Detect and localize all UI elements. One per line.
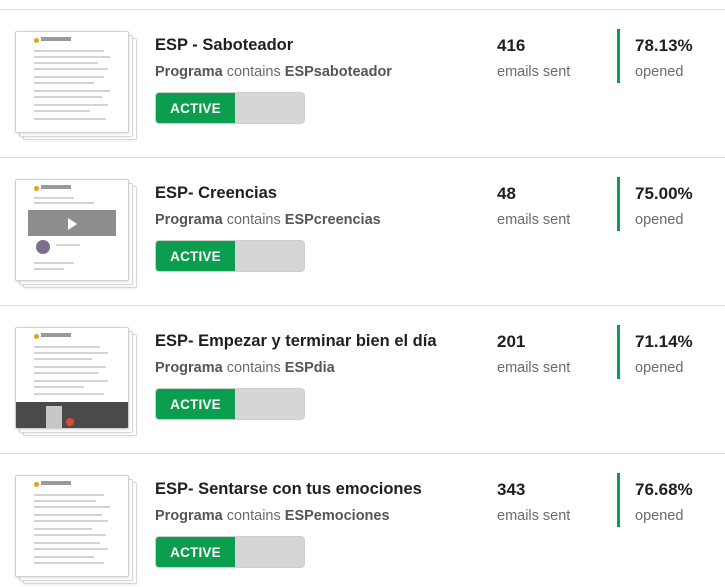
campaign-list: ESP - Saboteador Programa contains ESPsa… bbox=[0, 0, 725, 587]
open-rate-divider bbox=[617, 177, 620, 231]
open-rate-value: 78.13% bbox=[635, 36, 693, 55]
emails-sent-count: 416 bbox=[497, 36, 526, 55]
open-rate-divider bbox=[617, 29, 620, 83]
campaign-rule: Programa contains ESPcreencias bbox=[155, 212, 381, 228]
emails-sent-count: 48 bbox=[497, 184, 516, 203]
rule-field: Programa bbox=[155, 64, 223, 80]
campaign-row[interactable]: ESP- Empezar y terminar bien el día Prog… bbox=[0, 305, 725, 453]
status-toggle[interactable]: ACTIVE bbox=[155, 536, 305, 568]
brand-logo-icon bbox=[34, 186, 39, 191]
rule-operator: contains bbox=[226, 212, 281, 228]
rule-operator: contains bbox=[226, 64, 281, 80]
open-rate-value: 71.14% bbox=[635, 332, 693, 351]
open-rate-value: 75.00% bbox=[635, 184, 693, 203]
rule-value: ESPdia bbox=[284, 360, 335, 376]
rule-field: Programa bbox=[155, 360, 223, 376]
email-preview-thumbnail[interactable] bbox=[15, 475, 137, 584]
open-rate-label: opened bbox=[635, 64, 684, 80]
rule-field: Programa bbox=[155, 212, 223, 228]
email-preview-thumbnail[interactable] bbox=[15, 327, 137, 436]
emails-sent-label: emails sent bbox=[497, 508, 571, 524]
campaign-rule: Programa contains ESPdia bbox=[155, 360, 335, 376]
status-active-label: ACTIVE bbox=[156, 389, 235, 419]
brand-logo-icon bbox=[34, 334, 39, 339]
rule-operator: contains bbox=[226, 360, 281, 376]
campaign-row[interactable]: ESP- Sentarse con tus emociones Programa… bbox=[0, 453, 725, 587]
rule-operator: contains bbox=[226, 508, 281, 524]
play-icon bbox=[68, 218, 77, 230]
open-rate-label: opened bbox=[635, 360, 684, 376]
campaign-title[interactable]: ESP - Saboteador bbox=[155, 36, 293, 55]
emails-sent-label: emails sent bbox=[497, 360, 571, 376]
open-rate-label: opened bbox=[635, 212, 684, 228]
status-active-label: ACTIVE bbox=[156, 93, 235, 123]
rule-value: ESPcreencias bbox=[284, 212, 381, 228]
status-toggle[interactable]: ACTIVE bbox=[155, 92, 305, 124]
status-toggle[interactable]: ACTIVE bbox=[155, 388, 305, 420]
open-rate-label: opened bbox=[635, 508, 684, 524]
rule-value: ESPemociones bbox=[284, 508, 390, 524]
campaign-title[interactable]: ESP- Sentarse con tus emociones bbox=[155, 480, 422, 499]
brand-logo-icon bbox=[34, 38, 39, 43]
email-preview-thumbnail[interactable] bbox=[15, 31, 137, 140]
campaign-title[interactable]: ESP- Creencias bbox=[155, 184, 277, 203]
campaign-row[interactable]: ESP- Creencias Programa contains ESPcree… bbox=[0, 157, 725, 305]
open-rate-divider bbox=[617, 325, 620, 379]
status-toggle[interactable]: ACTIVE bbox=[155, 240, 305, 272]
avatar bbox=[36, 240, 50, 254]
open-rate-divider bbox=[617, 473, 620, 527]
brand-logo-icon bbox=[34, 482, 39, 487]
emails-sent-label: emails sent bbox=[497, 212, 571, 228]
campaign-rule: Programa contains ESPsaboteador bbox=[155, 64, 392, 80]
status-active-label: ACTIVE bbox=[156, 537, 235, 567]
record-icon bbox=[66, 418, 74, 426]
campaign-row[interactable]: ESP - Saboteador Programa contains ESPsa… bbox=[0, 9, 725, 157]
email-preview-thumbnail[interactable] bbox=[15, 179, 137, 288]
emails-sent-label: emails sent bbox=[497, 64, 571, 80]
campaign-title[interactable]: ESP- Empezar y terminar bien el día bbox=[155, 332, 437, 351]
rule-value: ESPsaboteador bbox=[284, 64, 392, 80]
status-active-label: ACTIVE bbox=[156, 241, 235, 271]
campaign-rule: Programa contains ESPemociones bbox=[155, 508, 390, 524]
emails-sent-count: 201 bbox=[497, 332, 526, 351]
rule-field: Programa bbox=[155, 508, 223, 524]
open-rate-value: 76.68% bbox=[635, 480, 693, 499]
emails-sent-count: 343 bbox=[497, 480, 526, 499]
